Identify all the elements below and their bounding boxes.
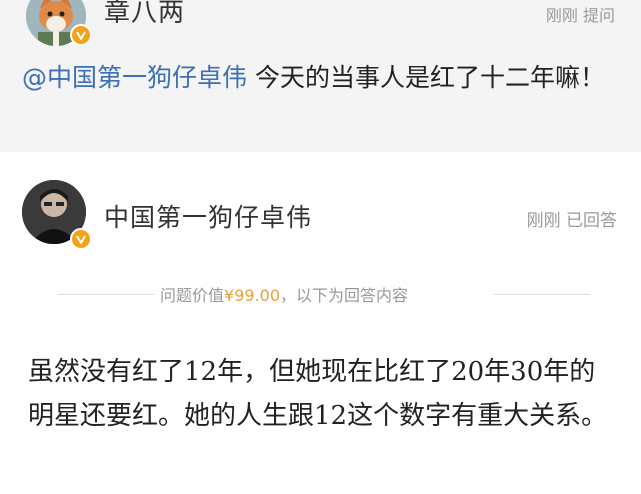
question-body-text: 今天的当事人是红了十二年嘛！ (247, 63, 605, 92)
question-author-name[interactable]: 章八两 (104, 0, 185, 29)
divider-line (58, 294, 154, 295)
question-status: 刚刚 提问 (545, 6, 615, 25)
verified-badge-icon (70, 228, 92, 250)
answer-status: 刚刚 已回答 (526, 211, 617, 231)
price-divider: 问题价值¥99.00，以下为回答内容 (0, 280, 641, 310)
price-value: ¥99.00 (224, 286, 280, 305)
price-prefix: 问题价值 (160, 286, 225, 305)
price-info: 问题价值¥99.00，以下为回答内容 (160, 282, 490, 306)
question-card: 章八两 刚刚 提问 @中国第一狗仔卓伟 今天的当事人是红了十二年嘛！ (0, 0, 641, 152)
divider-line (494, 294, 590, 295)
answer-text: 虽然没有红了12年，但她现在比红了20年30年的明星还要红。她的人生跟12这个数… (28, 357, 608, 431)
answer-author-name[interactable]: 中国第一狗仔卓伟 (104, 198, 312, 234)
price-suffix: ，以下为回答内容 (280, 286, 409, 305)
verified-badge-icon (70, 24, 92, 46)
mention-link[interactable]: @中国第一狗仔卓伟 (22, 63, 247, 92)
answer-card: 中国第一狗仔卓伟 刚刚 已回答 问题价值¥99.00，以下为回答内容 虽然没有红… (0, 152, 641, 494)
question-text: @中国第一狗仔卓伟 今天的当事人是红了十二年嘛！ (22, 58, 622, 98)
